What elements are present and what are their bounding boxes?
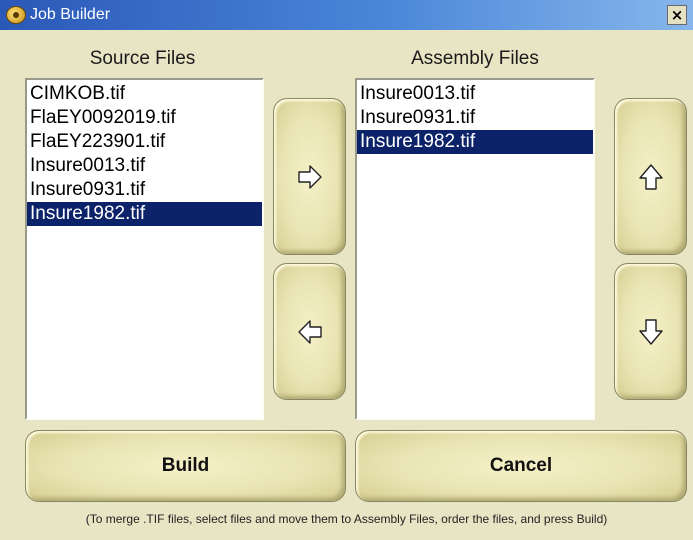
cancel-button-label: Cancel bbox=[489, 455, 553, 476]
arrow-down-icon bbox=[638, 318, 663, 345]
title-bar: Job Builder × bbox=[0, 0, 693, 30]
app-icon bbox=[6, 6, 26, 24]
list-item[interactable]: Insure0013.tif bbox=[27, 154, 262, 178]
list-item[interactable]: CIMKOB.tif bbox=[27, 82, 262, 106]
footer-hint: (To merge .TIF files, select files and m… bbox=[85, 512, 608, 526]
list-item[interactable]: FlaEY0092019.tif bbox=[27, 106, 262, 130]
list-item[interactable]: Insure0013.tif bbox=[357, 82, 593, 106]
list-item[interactable]: Insure0931.tif bbox=[27, 178, 262, 202]
list-item-selected[interactable]: Insure1982.tif bbox=[357, 130, 593, 154]
assembly-files-header: Assembly Files bbox=[411, 48, 539, 69]
list-item-selected[interactable]: Insure1982.tif bbox=[27, 202, 262, 226]
build-button[interactable]: Build bbox=[25, 430, 346, 502]
move-up-button[interactable] bbox=[614, 98, 687, 255]
assembly-files-list[interactable]: Insure0013.tif Insure0931.tif Insure1982… bbox=[355, 78, 595, 420]
window-title: Job Builder bbox=[30, 6, 111, 23]
list-item[interactable]: FlaEY223901.tif bbox=[27, 130, 262, 154]
move-right-button[interactable] bbox=[273, 98, 346, 255]
build-button-label: Build bbox=[161, 455, 210, 476]
source-files-header: Source Files bbox=[89, 48, 196, 69]
cancel-button[interactable]: Cancel bbox=[355, 430, 687, 502]
move-left-button[interactable] bbox=[273, 263, 346, 400]
arrow-left-icon bbox=[297, 319, 322, 344]
close-button[interactable]: × bbox=[667, 5, 687, 25]
source-files-list[interactable]: CIMKOB.tif FlaEY0092019.tif FlaEY223901.… bbox=[25, 78, 264, 420]
move-down-button[interactable] bbox=[614, 263, 687, 400]
arrow-right-icon bbox=[297, 164, 322, 189]
list-item[interactable]: Insure0931.tif bbox=[357, 106, 593, 130]
arrow-up-icon bbox=[638, 163, 663, 190]
